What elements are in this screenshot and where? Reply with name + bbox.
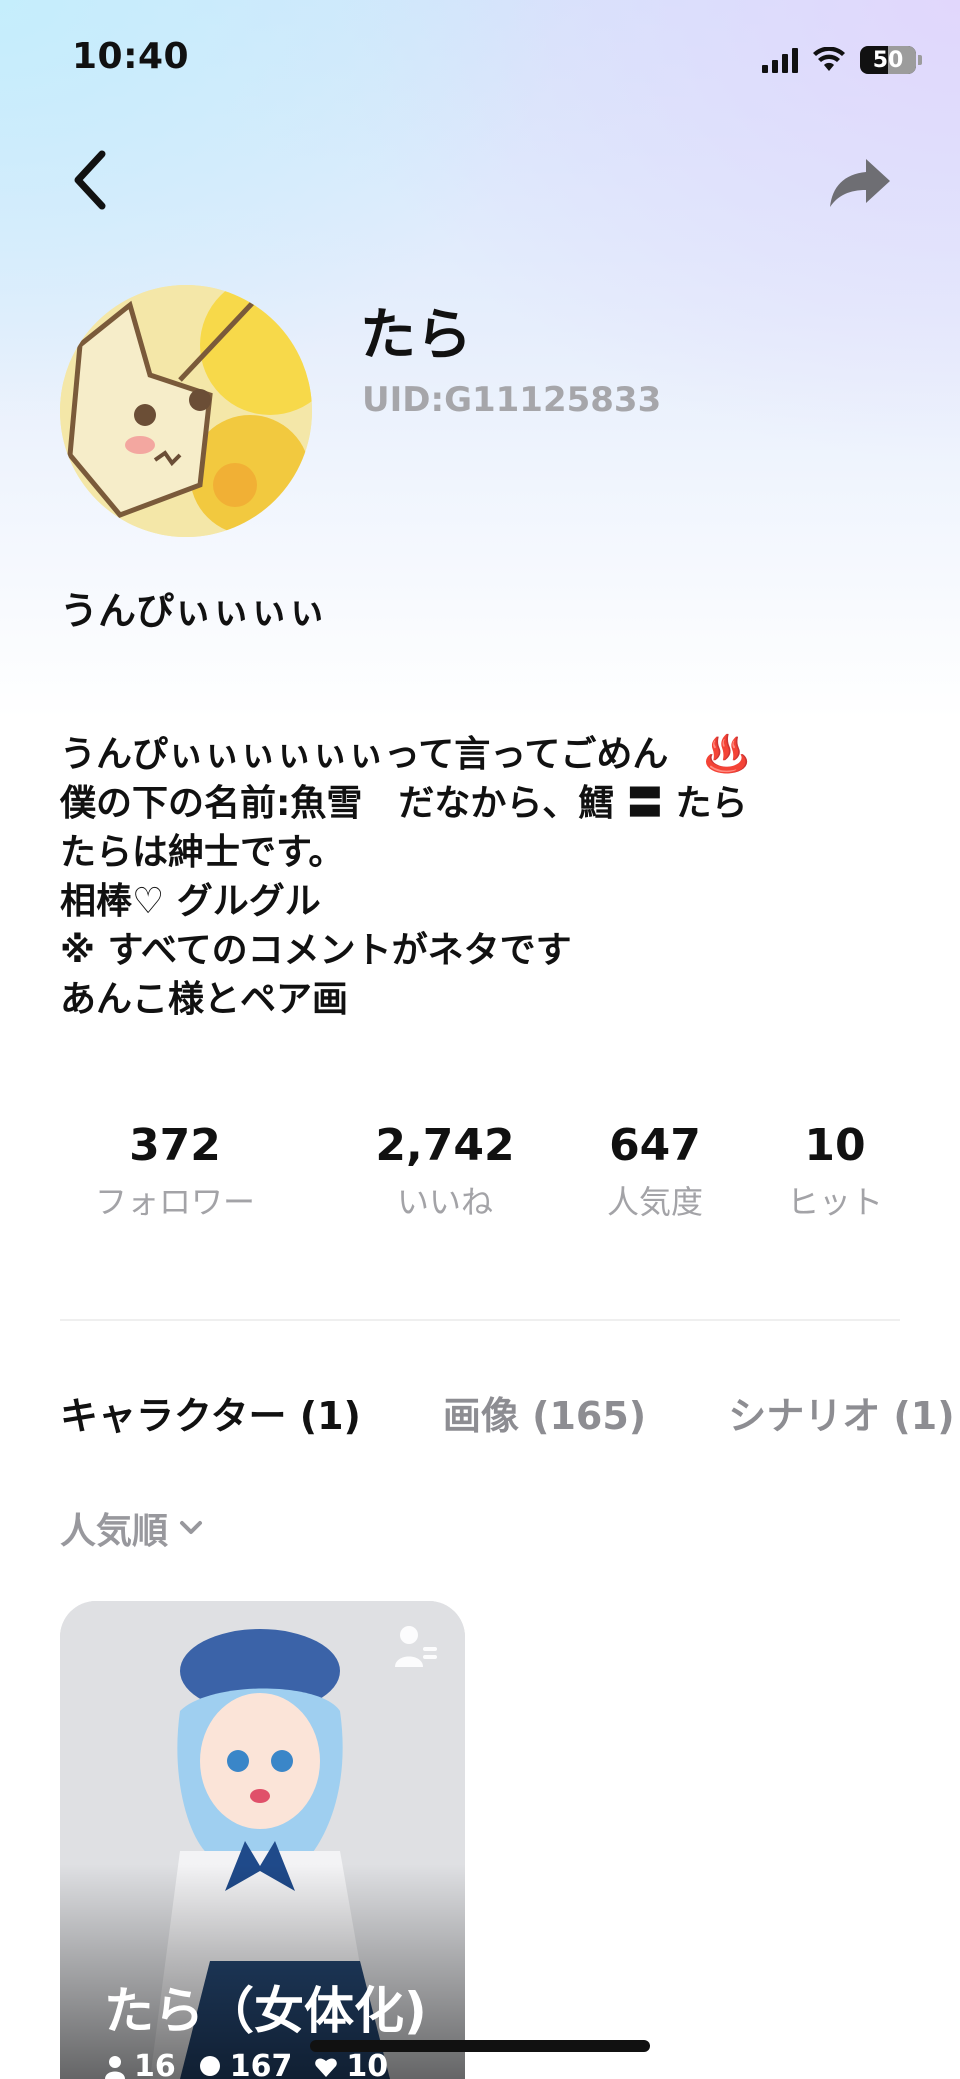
character-stats: 16 167 10 [104, 2049, 388, 2079]
character-stat: 10 [314, 2049, 388, 2079]
stat-value: 647 [609, 1120, 701, 1171]
bio-line: あんこ様とペア画 [60, 979, 349, 1020]
mimikyu-avatar-image [60, 285, 312, 537]
character-stat-value: 167 [229, 2049, 293, 2079]
chevron-left-icon [74, 150, 106, 210]
stat-label: フォロワー [94, 1183, 255, 1221]
stat-value: 2,742 [375, 1120, 515, 1171]
character-stat-value: 16 [134, 2049, 176, 2079]
profile-name: たら [360, 303, 472, 368]
profile-uid: UID:G11125833 [362, 380, 662, 420]
character-title: たら（女体化) [104, 1982, 427, 2040]
stat-value: 372 [129, 1120, 221, 1171]
person-badge-icon [391, 1623, 439, 1675]
battery-percent: 50 [872, 47, 904, 73]
sort-dropdown[interactable]: 人気順 [60, 1502, 204, 1554]
stat-label: 人気度 [606, 1183, 703, 1221]
stat-label: いいね [396, 1183, 493, 1221]
chat-icon [199, 2055, 220, 2076]
stat-value: 10 [804, 1120, 866, 1171]
share-arrow-icon [830, 159, 890, 207]
bio-line: うんぴぃぃぃぃぃぃって言ってごめん ♨️ [60, 734, 750, 775]
stat-label: ヒット [786, 1183, 883, 1221]
stat-likes[interactable]: 2,742 いいね [360, 1120, 530, 1223]
tab-characters[interactable]: キャラクター (1) [60, 1385, 361, 1445]
tab-images[interactable]: 画像 (165) [443, 1385, 646, 1445]
wifi-icon [813, 47, 845, 71]
bio-line: たらは紳士です。 [60, 832, 345, 873]
signal-icon [762, 47, 798, 73]
stat-hits[interactable]: 10 ヒット [770, 1120, 900, 1223]
bio-line: 僕の下の名前:魚雪 だなから、鱈 〓 たら [60, 783, 748, 824]
home-indicator [310, 2040, 650, 2052]
status-icons: 50 [762, 42, 922, 78]
chevron-down-icon [180, 1521, 203, 1534]
share-button[interactable] [820, 148, 900, 218]
character-stat: 16 [104, 2049, 176, 2079]
heart-icon [315, 2057, 338, 2077]
character-card[interactable]: たら（女体化) 16 167 10 [60, 1601, 465, 2079]
divider [60, 1319, 900, 1321]
tab-scenarios[interactable]: シナリオ (1) [728, 1385, 954, 1445]
person-icon [105, 2055, 125, 2079]
character-stat: 167 [198, 2049, 293, 2079]
profile-bio: うんぴぃぃぃぃぃぃって言ってごめん ♨️ 僕の下の名前:魚雪 だなから、鱈 〓 … [60, 730, 900, 1024]
battery-icon: 50 [860, 46, 922, 74]
sort-label: 人気順 [60, 1511, 169, 1552]
stat-followers[interactable]: 372 フォロワー [60, 1120, 290, 1223]
avatar[interactable] [60, 285, 312, 537]
content-tabs: キャラクター (1) 画像 (165) シナリオ (1) [60, 1385, 955, 1445]
profile-short-bio: うんぴぃぃぃぃ [60, 589, 327, 633]
profile-stats: 372 フォロワー 2,742 いいね 647 人気度 10 ヒット [60, 1120, 900, 1230]
bio-line: ※ すべてのコメントがネタです [60, 930, 572, 971]
stat-popularity[interactable]: 647 人気度 [580, 1120, 730, 1223]
status-time: 10:40 [72, 36, 190, 77]
bio-line: 相棒♡ グルグル [60, 881, 321, 922]
back-button[interactable] [60, 140, 120, 220]
character-stat-value: 10 [346, 2049, 389, 2079]
